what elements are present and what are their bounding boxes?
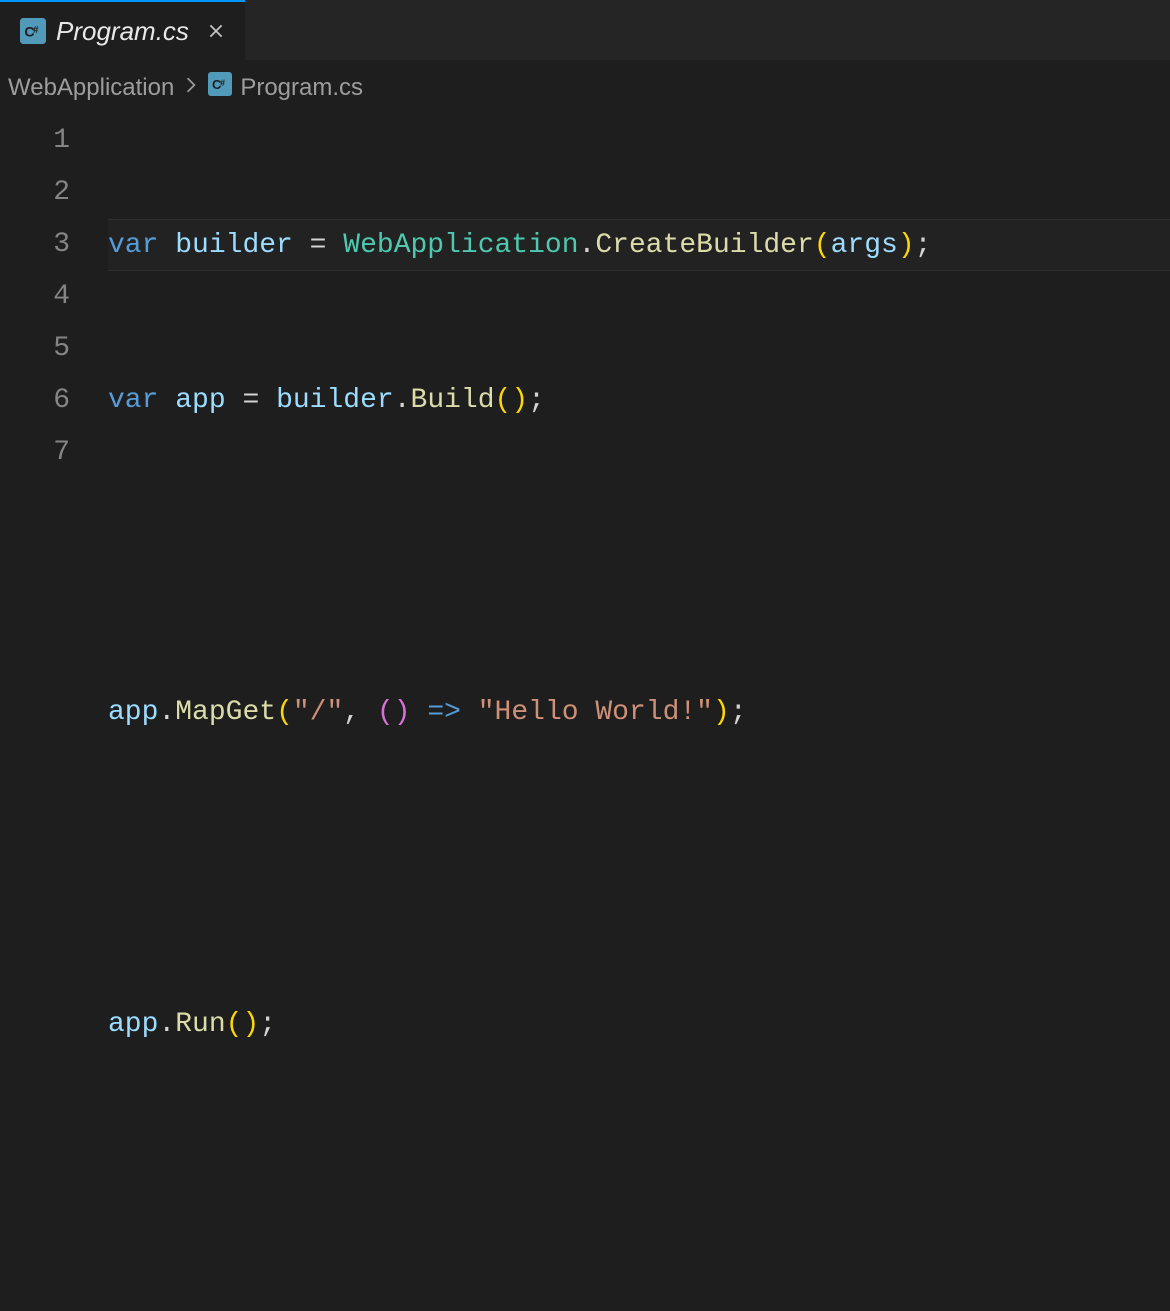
line-number: 6	[0, 375, 70, 427]
code-line[interactable]	[108, 1155, 1170, 1207]
breadcrumb-webapplication[interactable]: WebApplication	[8, 74, 174, 102]
code-editor[interactable]: 1 2 3 4 5 6 7 var builder = WebApplicati…	[0, 115, 1170, 1311]
chevron-right-icon	[182, 76, 200, 100]
svg-text:#: #	[220, 78, 225, 88]
line-gutter: 1 2 3 4 5 6 7	[0, 115, 92, 1311]
breadcrumb-program-cs[interactable]: C # Program.cs	[208, 72, 363, 103]
tab-program-cs[interactable]: C # Program.cs	[0, 0, 245, 60]
csharp-icon: C #	[208, 72, 232, 103]
line-number: 7	[0, 427, 70, 479]
line-number: 2	[0, 167, 70, 219]
code-line[interactable]: app.MapGet("/", () => "Hello World!");	[108, 687, 1170, 739]
line-number: 1	[0, 115, 70, 167]
tab-label: Program.cs	[56, 16, 189, 47]
code-line[interactable]	[108, 531, 1170, 583]
csharp-icon: C #	[20, 18, 46, 44]
code-line[interactable]: app.Run();	[108, 999, 1170, 1051]
code-line[interactable]	[108, 843, 1170, 895]
line-number: 4	[0, 271, 70, 323]
code-line[interactable]: var builder = WebApplication.CreateBuild…	[108, 219, 1170, 271]
close-icon[interactable]	[199, 22, 225, 40]
tab-bar: C # Program.cs	[0, 0, 1170, 60]
line-number: 3	[0, 219, 70, 271]
code-content[interactable]: var builder = WebApplication.CreateBuild…	[92, 115, 1170, 1311]
breadcrumb-label: WebApplication	[8, 74, 174, 102]
code-line[interactable]: var app = builder.Build();	[108, 375, 1170, 427]
svg-text:#: #	[33, 25, 39, 36]
breadcrumbs: WebApplication C # Program.cs	[0, 60, 1170, 115]
breadcrumb-label: Program.cs	[240, 74, 363, 102]
line-number: 5	[0, 323, 70, 375]
